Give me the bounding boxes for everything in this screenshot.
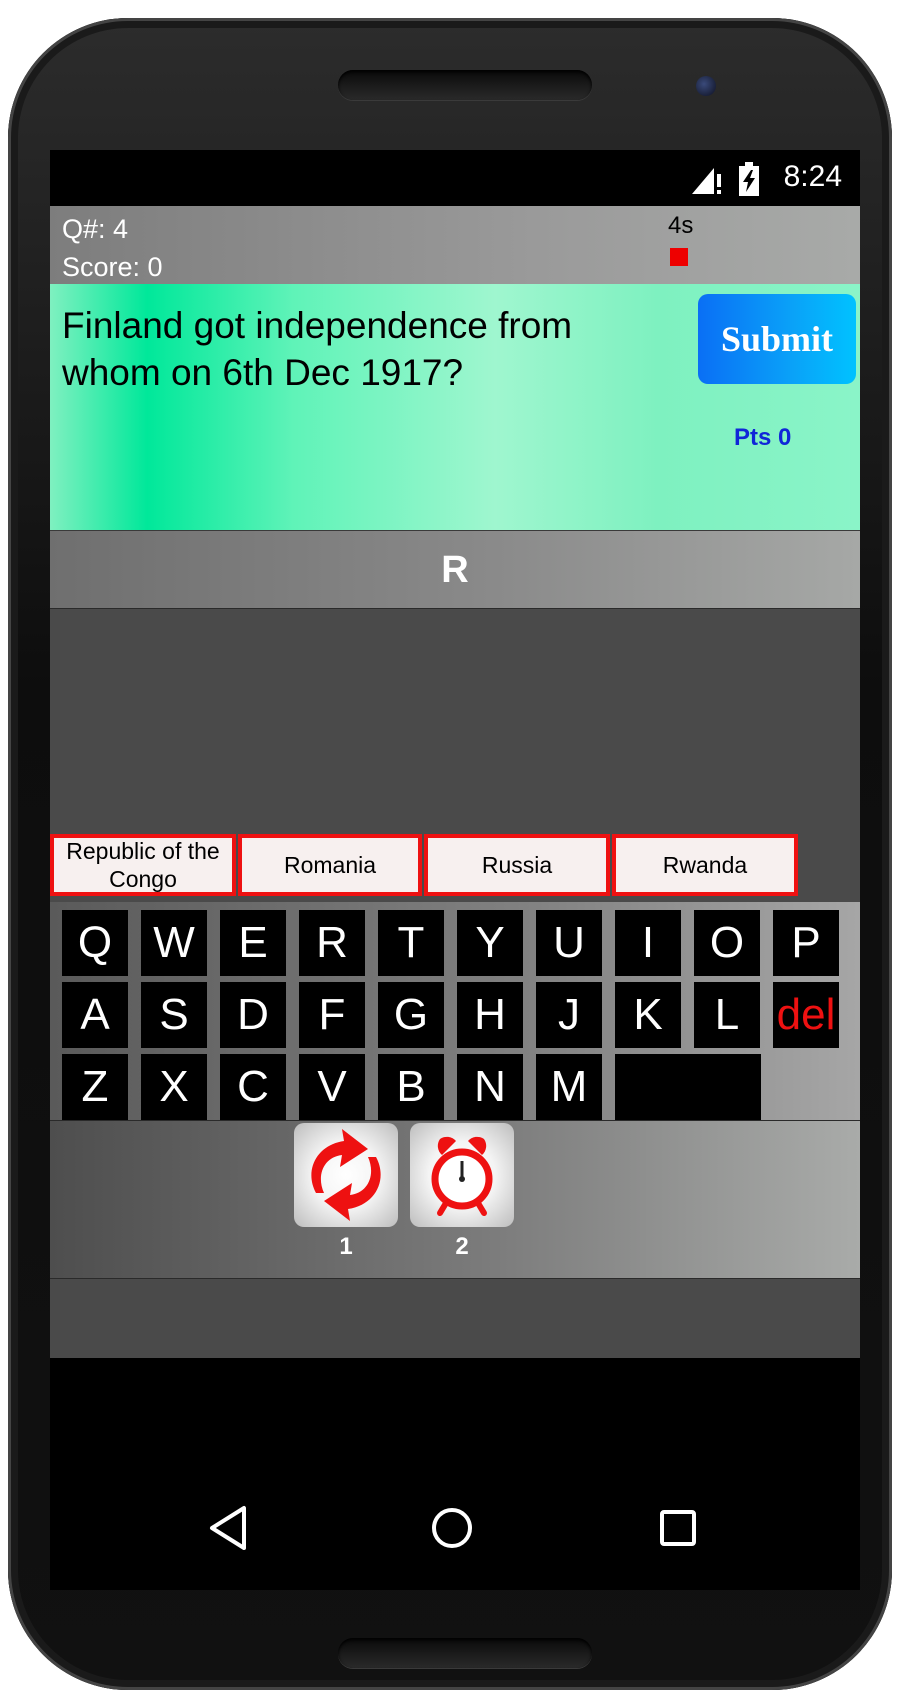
refresh-arrows-icon <box>311 1129 381 1221</box>
answer-input-display: R <box>441 549 469 591</box>
powerup-time-count: 2 <box>455 1233 469 1260</box>
key-h[interactable]: H <box>457 982 523 1048</box>
keyboard: Q W E R T Y U I O P A S D F G H J K L de… <box>50 902 860 1120</box>
key-g[interactable]: G <box>378 982 444 1048</box>
powerup-swap-count: 1 <box>339 1233 353 1260</box>
key-q[interactable]: Q <box>62 910 128 976</box>
key-c[interactable]: C <box>220 1054 286 1120</box>
key-d[interactable]: D <box>220 982 286 1048</box>
answer-bar: R <box>50 530 860 609</box>
battery-charging-icon <box>739 162 759 196</box>
timer-text: 4s <box>668 212 694 239</box>
recents-icon[interactable] <box>658 1508 698 1548</box>
key-j[interactable]: J <box>536 982 602 1048</box>
key-o[interactable]: O <box>694 910 760 976</box>
key-z[interactable]: Z <box>62 1054 128 1120</box>
option-republic-of-the-congo[interactable]: Republic of the Congo <box>50 834 236 896</box>
key-e[interactable]: E <box>220 910 286 976</box>
answer-options: Republic of the Congo Romania Russia Rwa… <box>50 828 860 902</box>
game-header: Q#: 4 Score: 0 4s <box>50 206 860 284</box>
powerups-bar: 1 2 <box>50 1120 860 1279</box>
key-b[interactable]: B <box>378 1054 444 1120</box>
key-n[interactable]: N <box>457 1054 523 1120</box>
key-f[interactable]: F <box>299 982 365 1048</box>
question-panel: Finland got independence from whom on 6t… <box>50 284 860 530</box>
key-t[interactable]: T <box>378 910 444 976</box>
alarm-clock-icon <box>431 1136 493 1216</box>
space-key[interactable] <box>615 1054 761 1120</box>
key-l[interactable]: L <box>694 982 760 1048</box>
submit-button[interactable]: Submit <box>698 294 856 384</box>
question-text: Finland got independence from whom on 6t… <box>62 305 573 393</box>
option-rwanda[interactable]: Rwanda <box>612 834 798 896</box>
powerup-swap[interactable] <box>294 1123 398 1227</box>
powerup-time[interactable] <box>410 1123 514 1227</box>
timer-bar <box>670 248 688 266</box>
key-v[interactable]: V <box>299 1054 365 1120</box>
front-camera <box>696 76 716 96</box>
bottom-strip <box>50 1278 860 1359</box>
screen: 8:24 Q#: 4 Score: 0 4s Finland got indep… <box>50 150 860 1590</box>
home-icon[interactable] <box>430 1506 474 1550</box>
back-icon[interactable] <box>206 1504 250 1552</box>
score: Score: 0 <box>62 252 163 282</box>
question-number: Q#: 4 <box>62 214 129 244</box>
option-russia[interactable]: Russia <box>424 834 610 896</box>
navigation-bar <box>50 1358 860 1590</box>
status-time: 8:24 <box>783 160 842 193</box>
key-w[interactable]: W <box>141 910 207 976</box>
key-a[interactable]: A <box>62 982 128 1048</box>
key-y[interactable]: Y <box>457 910 523 976</box>
key-r[interactable]: R <box>299 910 365 976</box>
key-p[interactable]: P <box>773 910 839 976</box>
option-romania[interactable]: Romania <box>238 834 422 896</box>
bottom-speaker <box>338 1638 592 1668</box>
signal-icon <box>692 168 721 194</box>
key-m[interactable]: M <box>536 1054 602 1120</box>
earpiece-speaker <box>338 70 592 100</box>
key-s[interactable]: S <box>141 982 207 1048</box>
key-u[interactable]: U <box>536 910 602 976</box>
key-i[interactable]: I <box>615 910 681 976</box>
key-x[interactable]: X <box>141 1054 207 1120</box>
points-label: Pts 0 <box>734 424 792 451</box>
key-k[interactable]: K <box>615 982 681 1048</box>
status-bar: 8:24 <box>50 150 860 206</box>
hint-area <box>50 608 860 829</box>
delete-key[interactable]: del <box>773 982 839 1048</box>
